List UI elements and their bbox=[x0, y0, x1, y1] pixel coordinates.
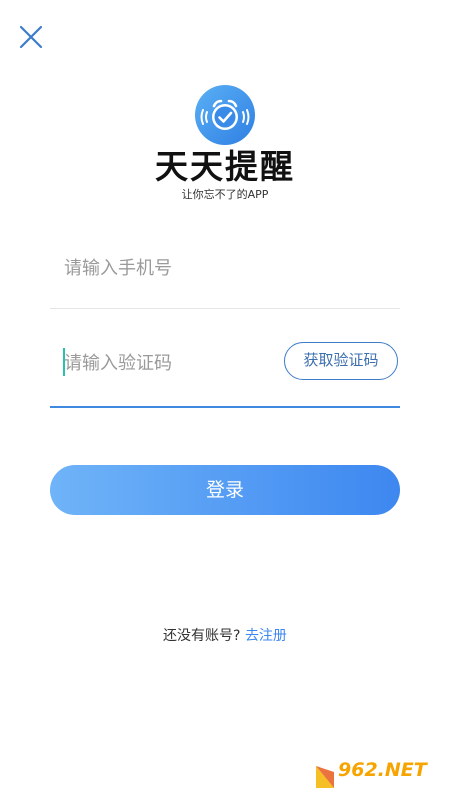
close-button[interactable] bbox=[18, 24, 44, 50]
login-button[interactable]: 登录 bbox=[50, 465, 400, 515]
verification-code-field: 获取验证码 bbox=[50, 320, 400, 408]
watermark-sub: 乐游网 bbox=[374, 781, 410, 794]
app-logo bbox=[194, 84, 256, 146]
watermark-brand: 962.NET bbox=[338, 759, 429, 781]
register-row: 还没有账号? 去注册 bbox=[0, 626, 450, 646]
phone-field bbox=[50, 232, 400, 309]
app-tagline: 让你忘不了的APP bbox=[181, 188, 269, 201]
watermark-logo: 962.NET 乐游网 bbox=[316, 759, 429, 794]
phone-input[interactable] bbox=[62, 250, 386, 286]
register-link[interactable]: 去注册 bbox=[245, 628, 287, 644]
verification-code-input[interactable] bbox=[62, 345, 276, 381]
alarm-clock-check-icon bbox=[195, 85, 255, 145]
close-icon bbox=[19, 25, 43, 49]
app-name: 天天提醒 bbox=[155, 147, 295, 186]
register-prompt: 还没有账号? bbox=[163, 628, 241, 644]
get-code-button[interactable]: 获取验证码 bbox=[284, 342, 398, 380]
site-watermark: 962.NET 乐游网 bbox=[312, 752, 444, 794]
